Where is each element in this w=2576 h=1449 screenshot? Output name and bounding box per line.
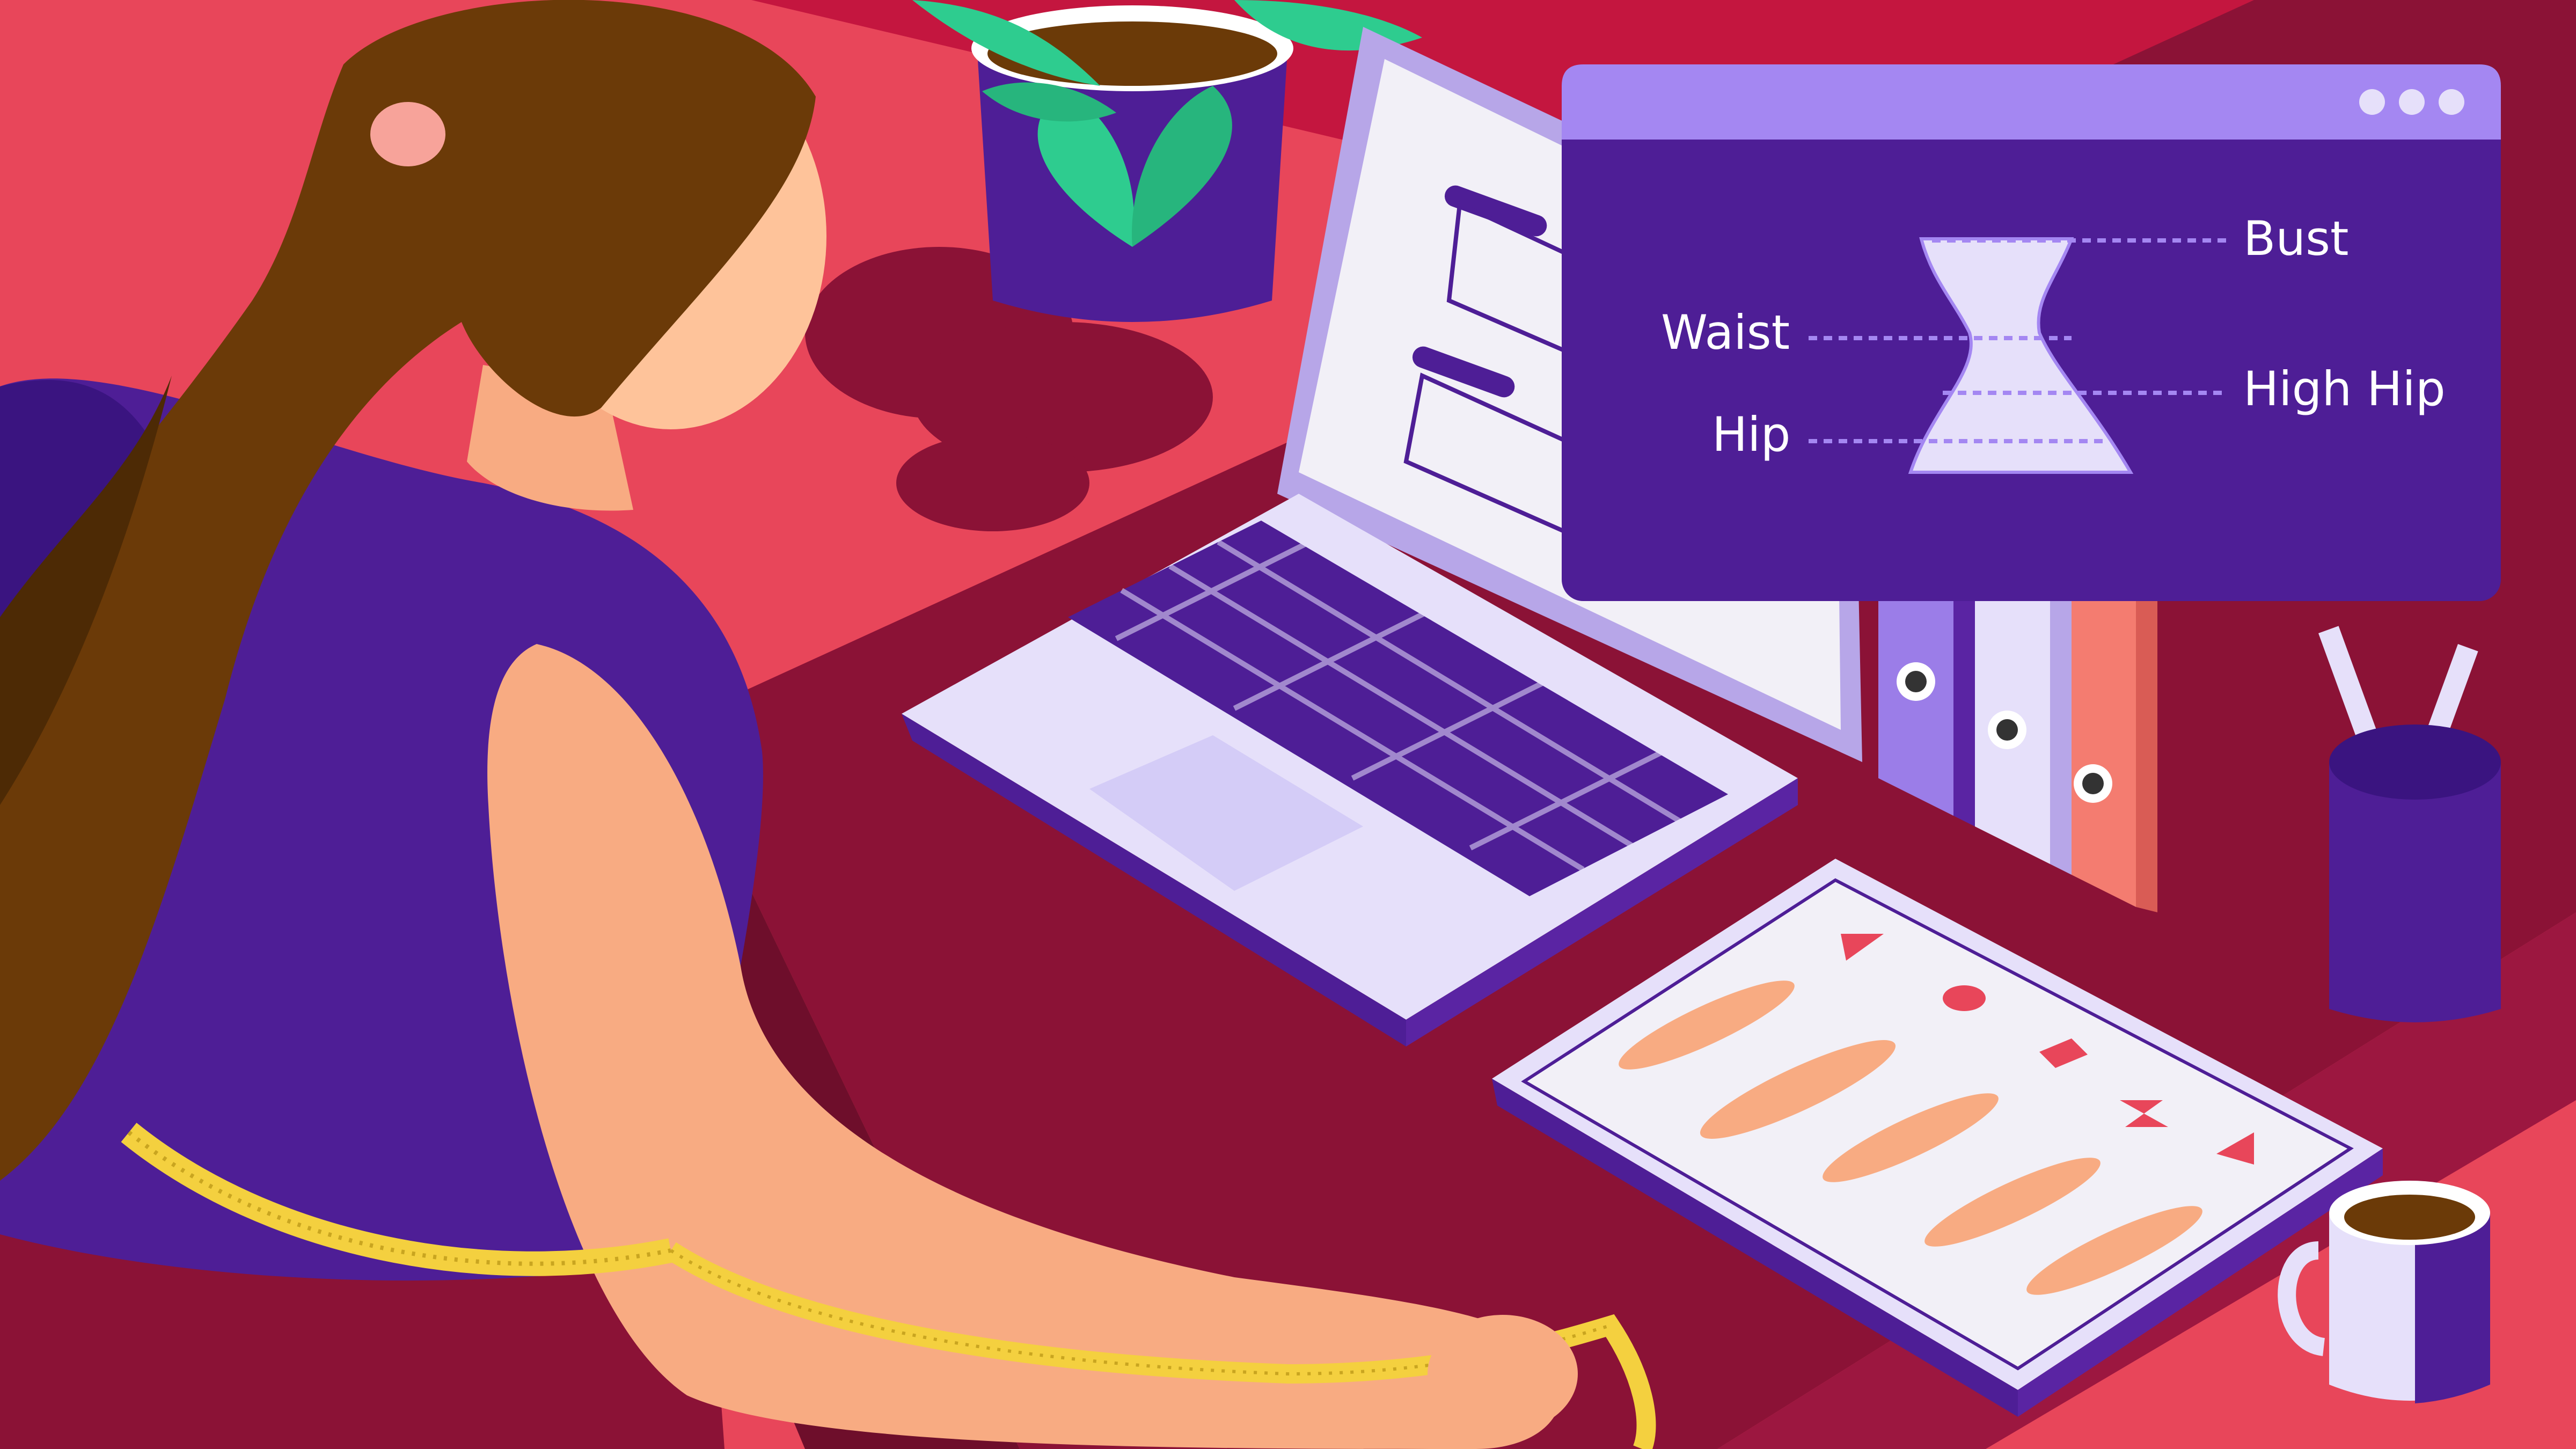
high-hip-label: High Hip [2243, 361, 2446, 416]
window-dot-icon [2359, 89, 2385, 115]
hand [1428, 1315, 1578, 1433]
circle-icon [1943, 985, 1986, 1011]
body-measurement-window: Bust Waist High Hip Hip [1562, 64, 2501, 601]
window-dot-icon [2439, 89, 2464, 115]
waist-label: Waist [1661, 305, 1790, 360]
window-dot-icon [2399, 89, 2425, 115]
hip-label: Hip [1712, 407, 1790, 462]
bust-label: Bust [2243, 211, 2349, 266]
illustration-scene: Bust Waist High Hip Hip [0, 0, 2576, 1449]
